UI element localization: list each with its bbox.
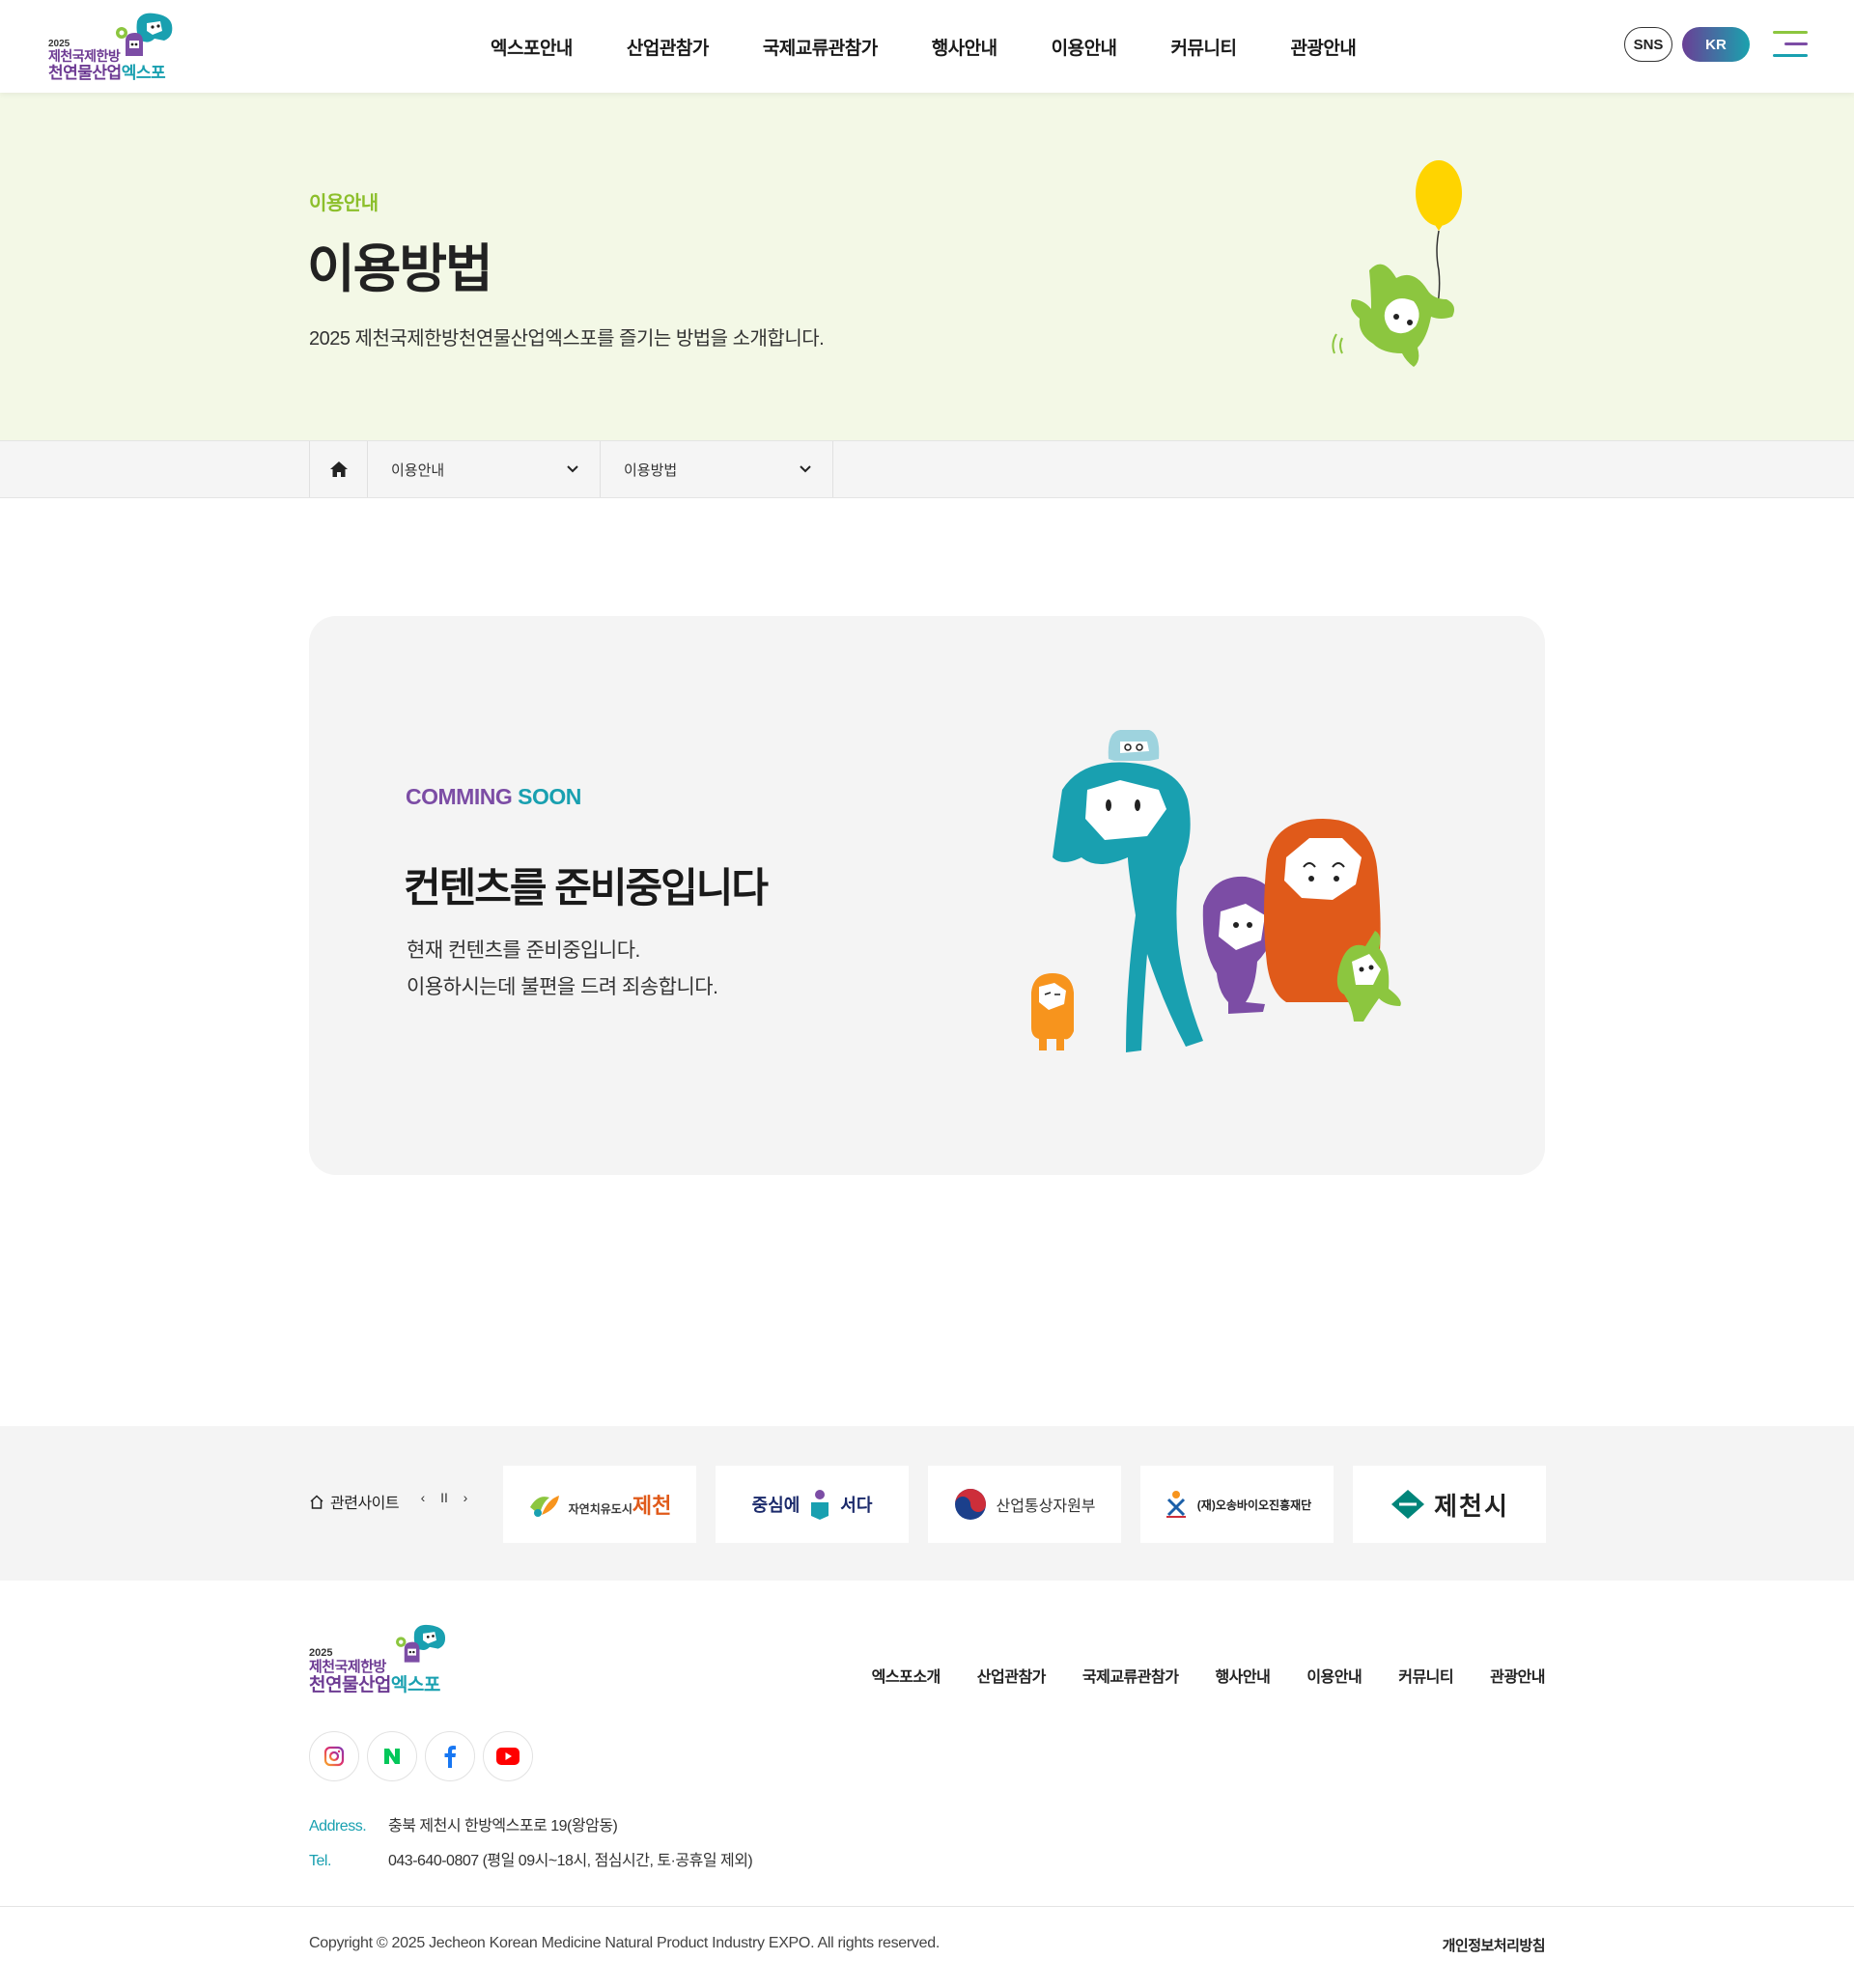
depth1-label: 이용안내 (391, 462, 445, 479)
nav-tourism[interactable]: 관광안내 (1263, 34, 1383, 60)
youtube-icon (496, 1748, 520, 1765)
logo-mascot-icon (116, 13, 173, 56)
page-description: 2025 제천국제한방천연물산업엑스포를 즐기는 방법을 소개합니다. (309, 328, 825, 350)
sns-button[interactable]: SNS (1624, 27, 1672, 62)
related-site-jecheon-city[interactable]: 제천시 (1353, 1466, 1546, 1543)
home-outline-icon (310, 1494, 323, 1509)
naver-icon (384, 1749, 400, 1764)
related-site-jecheon-healing[interactable]: 자연치유도시제천 (503, 1466, 696, 1543)
location-bar: 이용안내 이용방법 (0, 440, 1854, 498)
footer-logo[interactable]: 2025 제천국제한방 천연물산업엑스포 (309, 1619, 449, 1696)
related-sites-label: 관련사이트 (309, 1490, 400, 1513)
related-sites-controls: ‹ II › (417, 1490, 471, 1505)
footer-logo-line2: 천연물산업엑스포 (309, 1675, 440, 1695)
menu-icon[interactable] (1773, 27, 1808, 62)
coming-soon-card: COMMING SOON 컨텐츠를 준비중입니다 현재 컨텐츠를 준비중입니다.… (309, 616, 1545, 1175)
footer-logo-year: 2025 (309, 1647, 333, 1659)
footer-nav-tourism[interactable]: 관광안내 (1490, 1664, 1545, 1687)
nav-events[interactable]: 행사안내 (905, 34, 1025, 60)
chungbuk-logo-icon (811, 1490, 829, 1520)
logo-line2: 천연물산업엑스포 (48, 64, 166, 82)
footer-nav-international[interactable]: 국제교류관참가 (1082, 1664, 1179, 1687)
footer-nav-usage[interactable]: 이용안내 (1306, 1664, 1362, 1687)
main-nav: 엑스포안내 산업관참가 국제교류관참가 행사안내 이용안내 커뮤니티 관광안내 (464, 0, 1383, 93)
coming-soon-label: COMMING SOON (406, 784, 581, 809)
related-site-motie[interactable]: 산업통상자원부 (928, 1466, 1121, 1543)
taegeuk-icon (955, 1489, 987, 1520)
footer-nav-community[interactable]: 커뮤니티 (1398, 1664, 1453, 1687)
site-logo[interactable]: 2025 제천국제한방 천연물산업엑스포 (46, 12, 177, 81)
jecheon-city-logo-icon (1391, 1490, 1425, 1519)
chevron-down-icon (800, 465, 811, 473)
related-site-chungbuk[interactable]: 중심에 서다 (716, 1466, 909, 1543)
balloon-mascot-icon (1332, 160, 1462, 367)
mascot-family-illustration (1031, 730, 1401, 1052)
sub-visual: 이용안내 이용방법 2025 제천국제한방천연물산업엑스포를 즐기는 방법을 소… (0, 93, 1854, 440)
prev-button[interactable]: ‹ (417, 1490, 429, 1505)
footer-nav: 엑스포소개 산업관참가 국제교류관참가 행사안내 이용안내 커뮤니티 관광안내 (872, 1664, 1546, 1687)
facebook-link[interactable] (425, 1731, 475, 1781)
nav-international[interactable]: 국제교류관참가 (736, 34, 905, 60)
depth2-label: 이용방법 (624, 462, 678, 479)
logo-line1: 제천국제한방 (48, 48, 121, 64)
footer-tel: Tel. 043-640-0807 (평일 09시~18시, 점심시간, 토·공휴… (309, 1853, 753, 1869)
footer-logo-line1: 제천국제한방 (309, 1659, 386, 1675)
related-sites: 관련사이트 ‹ II › 자연치유도시제천 중심에 서다 산업통상자원부 (재)… (0, 1426, 1854, 1581)
header-utilities: SNS KR (1624, 27, 1808, 62)
naver-blog-link[interactable] (367, 1731, 417, 1781)
home-icon (329, 462, 348, 477)
site-header: 2025 제천국제한방 천연물산업엑스포 엑스포안내 산업관참가 국제교류관참가… (0, 0, 1854, 93)
site-footer: 2025 제천국제한방 천연물산업엑스포 엑스포소개 산업관참가 국제교류관참가… (0, 1581, 1854, 1988)
footer-divider (0, 1906, 1854, 1907)
osong-bio-logo-icon (1166, 1491, 1186, 1518)
home-button[interactable] (309, 441, 368, 497)
footer-nav-expo[interactable]: 엑스포소개 (872, 1664, 941, 1687)
instagram-link[interactable] (309, 1731, 359, 1781)
privacy-policy-link[interactable]: 개인정보처리방침 (1443, 1935, 1546, 1955)
jecheon-healing-logo-icon (529, 1496, 559, 1517)
language-button[interactable]: KR (1682, 27, 1750, 62)
facebook-icon (444, 1746, 456, 1768)
footer-address: Address. 충북 제천시 한방엑스포로 19(왕암동) (309, 1818, 618, 1834)
pause-button[interactable]: II (438, 1490, 450, 1505)
coming-soon-line2: 이용하시는데 불편을 드려 죄송합니다. (407, 976, 718, 998)
nav-usage[interactable]: 이용안내 (1025, 34, 1144, 60)
nav-expo-guide[interactable]: 엑스포안내 (464, 34, 600, 60)
depth1-dropdown[interactable]: 이용안내 (368, 441, 601, 497)
coming-soon-heading: 컨텐츠를 준비중입니다 (404, 865, 769, 910)
coming-soon-line1: 현재 컨텐츠를 준비중입니다. (407, 939, 640, 962)
page-title: 이용방법 (307, 240, 493, 298)
related-site-osong-bio[interactable]: (재)오송바이오진흥재단 (1140, 1466, 1334, 1543)
instagram-icon (323, 1746, 345, 1767)
copyright: Copyright © 2025 Jecheon Korean Medicine… (309, 1935, 940, 1951)
footer-nav-events[interactable]: 행사안내 (1215, 1664, 1270, 1687)
next-button[interactable]: › (460, 1490, 471, 1505)
depth2-dropdown[interactable]: 이용방법 (601, 441, 833, 497)
footer-nav-industry[interactable]: 산업관참가 (977, 1664, 1047, 1687)
nav-industry[interactable]: 산업관참가 (600, 34, 736, 60)
footer-mascot-icon (396, 1624, 446, 1663)
chevron-down-icon (567, 465, 578, 473)
youtube-link[interactable] (483, 1731, 533, 1781)
social-links (309, 1731, 533, 1781)
nav-community[interactable]: 커뮤니티 (1144, 34, 1264, 60)
visual-category: 이용안내 (309, 193, 379, 214)
